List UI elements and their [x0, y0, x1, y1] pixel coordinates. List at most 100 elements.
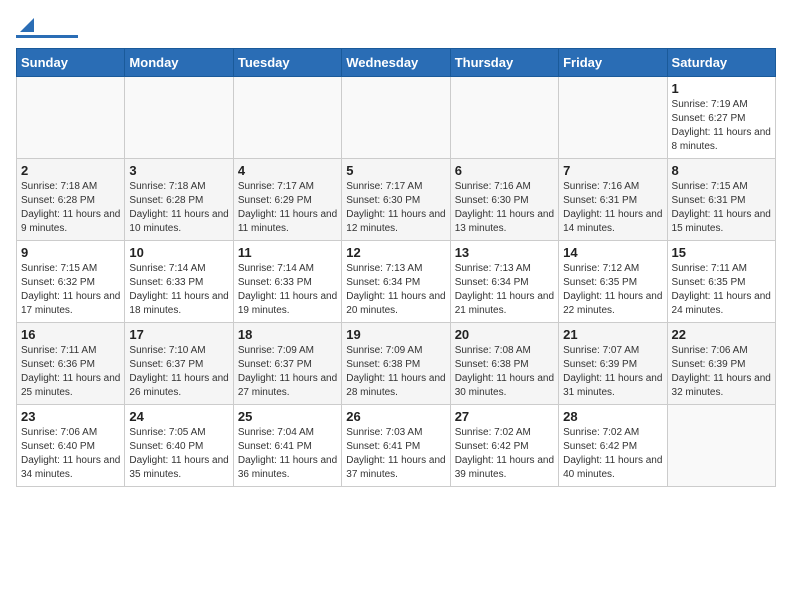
day-info: Sunrise: 7:06 AM Sunset: 6:39 PM Dayligh… — [672, 344, 771, 400]
day-number: 21 — [563, 327, 662, 342]
day-number: 10 — [129, 245, 228, 260]
day-number: 4 — [238, 163, 337, 178]
day-info: Sunrise: 7:02 AM Sunset: 6:42 PM Dayligh… — [563, 426, 662, 482]
calendar-day-cell: 10Sunrise: 7:14 AM Sunset: 6:33 PM Dayli… — [125, 241, 233, 323]
day-number: 24 — [129, 409, 228, 424]
day-number: 11 — [238, 245, 337, 260]
day-info: Sunrise: 7:10 AM Sunset: 6:37 PM Dayligh… — [129, 344, 228, 400]
day-info: Sunrise: 7:15 AM Sunset: 6:31 PM Dayligh… — [672, 180, 771, 236]
calendar-header-row: SundayMondayTuesdayWednesdayThursdayFrid… — [17, 49, 776, 77]
calendar-day-cell: 19Sunrise: 7:09 AM Sunset: 6:38 PM Dayli… — [342, 323, 450, 405]
calendar-table: SundayMondayTuesdayWednesdayThursdayFrid… — [16, 48, 776, 487]
day-number: 7 — [563, 163, 662, 178]
calendar-day-cell: 27 Sunrise: 7:02 AM Sunset: 6:42 PM Dayli… — [450, 405, 558, 487]
day-info: Sunrise: 7:15 AM Sunset: 6:32 PM Dayligh… — [21, 262, 120, 318]
day-number: 6 — [455, 163, 554, 178]
day-number: 28 — [563, 409, 662, 424]
day-number: 26 — [346, 409, 445, 424]
calendar-day-cell: 17 Sunrise: 7:10 AM Sunset: 6:37 PM Dayli… — [125, 323, 233, 405]
day-info: Sunrise: 7:09 AM Sunset: 6:38 PM Dayligh… — [346, 344, 445, 400]
calendar-day-cell — [559, 77, 667, 159]
weekday-header-thursday: Thursday — [450, 49, 558, 77]
weekday-header-sunday: Sunday — [17, 49, 125, 77]
day-info: Sunrise: 7:02 AM Sunset: 6:42 PM Dayligh… — [455, 426, 554, 482]
day-number: 18 — [238, 327, 337, 342]
calendar-day-cell: 28 Sunrise: 7:02 AM Sunset: 6:42 PM Dayli… — [559, 405, 667, 487]
calendar-day-cell: 3 Sunrise: 7:18 AM Sunset: 6:28 PM Daylig… — [125, 159, 233, 241]
day-number: 1 — [672, 81, 771, 96]
calendar-day-cell: 6Sunrise: 7:16 AM Sunset: 6:30 PM Daylig… — [450, 159, 558, 241]
calendar-day-cell: 7 Sunrise: 7:16 AM Sunset: 6:31 PM Daylig… — [559, 159, 667, 241]
weekday-header-monday: Monday — [125, 49, 233, 77]
calendar-day-cell — [233, 77, 341, 159]
calendar-day-cell: 25 Sunrise: 7:04 AM Sunset: 6:41 PM Dayli… — [233, 405, 341, 487]
day-number: 9 — [21, 245, 120, 260]
day-number: 14 — [563, 245, 662, 260]
calendar-day-cell: 22 Sunrise: 7:06 AM Sunset: 6:39 PM Dayli… — [667, 323, 775, 405]
calendar-week-row: 9 Sunrise: 7:15 AM Sunset: 6:32 PM Daylig… — [17, 241, 776, 323]
day-info: Sunrise: 7:05 AM Sunset: 6:40 PM Dayligh… — [129, 426, 228, 482]
calendar-day-cell: 11 Sunrise: 7:14 AM Sunset: 6:33 PM Dayli… — [233, 241, 341, 323]
calendar-day-cell: 23 Sunrise: 7:06 AM Sunset: 6:40 PM Dayli… — [17, 405, 125, 487]
day-number: 22 — [672, 327, 771, 342]
calendar-day-cell: 2 Sunrise: 7:18 AM Sunset: 6:28 PM Daylig… — [17, 159, 125, 241]
day-info: Sunrise: 7:13 AM Sunset: 6:34 PM Dayligh… — [346, 262, 445, 318]
calendar-day-cell: 1 Sunrise: 7:19 AM Sunset: 6:27 PM Daylig… — [667, 77, 775, 159]
calendar-day-cell — [667, 405, 775, 487]
calendar-day-cell: 26 Sunrise: 7:03 AM Sunset: 6:41 PM Dayli… — [342, 405, 450, 487]
day-info: Sunrise: 7:14 AM Sunset: 6:33 PM Dayligh… — [238, 262, 337, 318]
day-info: Sunrise: 7:11 AM Sunset: 6:36 PM Dayligh… — [21, 344, 120, 400]
calendar-day-cell: 9 Sunrise: 7:15 AM Sunset: 6:32 PM Daylig… — [17, 241, 125, 323]
calendar-day-cell — [342, 77, 450, 159]
day-number: 3 — [129, 163, 228, 178]
logo-triangle-icon — [18, 16, 36, 34]
calendar-day-cell: 16Sunrise: 7:11 AM Sunset: 6:36 PM Dayli… — [17, 323, 125, 405]
day-info: Sunrise: 7:16 AM Sunset: 6:31 PM Dayligh… — [563, 180, 662, 236]
weekday-header-friday: Friday — [559, 49, 667, 77]
day-number: 23 — [21, 409, 120, 424]
day-info: Sunrise: 7:08 AM Sunset: 6:38 PM Dayligh… — [455, 344, 554, 400]
day-number: 13 — [455, 245, 554, 260]
calendar-day-cell — [125, 77, 233, 159]
day-info: Sunrise: 7:04 AM Sunset: 6:41 PM Dayligh… — [238, 426, 337, 482]
day-number: 27 — [455, 409, 554, 424]
day-number: 17 — [129, 327, 228, 342]
day-info: Sunrise: 7:18 AM Sunset: 6:28 PM Dayligh… — [21, 180, 120, 236]
calendar-day-cell: 21 Sunrise: 7:07 AM Sunset: 6:39 PM Dayli… — [559, 323, 667, 405]
day-number: 25 — [238, 409, 337, 424]
calendar-day-cell: 14 Sunrise: 7:12 AM Sunset: 6:35 PM Dayli… — [559, 241, 667, 323]
calendar-day-cell: 15 Sunrise: 7:11 AM Sunset: 6:35 PM Dayli… — [667, 241, 775, 323]
day-info: Sunrise: 7:13 AM Sunset: 6:34 PM Dayligh… — [455, 262, 554, 318]
day-info: Sunrise: 7:17 AM Sunset: 6:29 PM Dayligh… — [238, 180, 337, 236]
weekday-header-wednesday: Wednesday — [342, 49, 450, 77]
page-header — [16, 16, 776, 38]
calendar-day-cell — [450, 77, 558, 159]
day-number: 12 — [346, 245, 445, 260]
day-number: 20 — [455, 327, 554, 342]
calendar-week-row: 1 Sunrise: 7:19 AM Sunset: 6:27 PM Daylig… — [17, 77, 776, 159]
calendar-day-cell: 13 Sunrise: 7:13 AM Sunset: 6:34 PM Dayli… — [450, 241, 558, 323]
day-number: 15 — [672, 245, 771, 260]
calendar-day-cell: 20 Sunrise: 7:08 AM Sunset: 6:38 PM Dayli… — [450, 323, 558, 405]
calendar-day-cell: 18 Sunrise: 7:09 AM Sunset: 6:37 PM Dayli… — [233, 323, 341, 405]
day-info: Sunrise: 7:07 AM Sunset: 6:39 PM Dayligh… — [563, 344, 662, 400]
day-info: Sunrise: 7:11 AM Sunset: 6:35 PM Dayligh… — [672, 262, 771, 318]
logo-underline — [16, 35, 78, 38]
day-info: Sunrise: 7:18 AM Sunset: 6:28 PM Dayligh… — [129, 180, 228, 236]
calendar-day-cell: 4 Sunrise: 7:17 AM Sunset: 6:29 PM Daylig… — [233, 159, 341, 241]
weekday-header-tuesday: Tuesday — [233, 49, 341, 77]
calendar-day-cell: 8Sunrise: 7:15 AM Sunset: 6:31 PM Daylig… — [667, 159, 775, 241]
day-info: Sunrise: 7:09 AM Sunset: 6:37 PM Dayligh… — [238, 344, 337, 400]
day-info: Sunrise: 7:19 AM Sunset: 6:27 PM Dayligh… — [672, 98, 771, 154]
weekday-header-saturday: Saturday — [667, 49, 775, 77]
day-info: Sunrise: 7:12 AM Sunset: 6:35 PM Dayligh… — [563, 262, 662, 318]
day-info: Sunrise: 7:03 AM Sunset: 6:41 PM Dayligh… — [346, 426, 445, 482]
logo — [16, 16, 78, 38]
day-info: Sunrise: 7:06 AM Sunset: 6:40 PM Dayligh… — [21, 426, 120, 482]
calendar-day-cell: 5 Sunrise: 7:17 AM Sunset: 6:30 PM Daylig… — [342, 159, 450, 241]
day-number: 5 — [346, 163, 445, 178]
calendar-day-cell: 12 Sunrise: 7:13 AM Sunset: 6:34 PM Dayli… — [342, 241, 450, 323]
day-number: 2 — [21, 163, 120, 178]
calendar-week-row: 16Sunrise: 7:11 AM Sunset: 6:36 PM Dayli… — [17, 323, 776, 405]
day-info: Sunrise: 7:17 AM Sunset: 6:30 PM Dayligh… — [346, 180, 445, 236]
